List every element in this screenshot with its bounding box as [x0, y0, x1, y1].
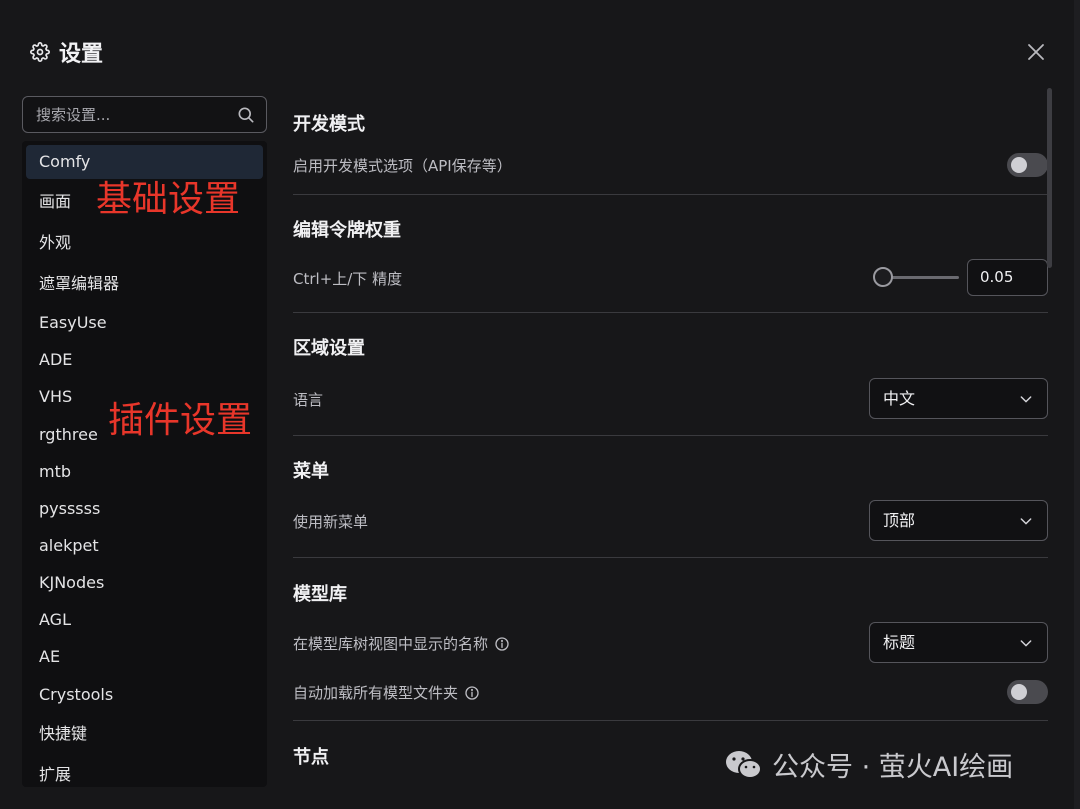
- section-title-locale: 区域设置: [293, 338, 365, 359]
- autoload-models-label: 自动加载所有模型文件夹: [293, 682, 480, 703]
- divider: [293, 435, 1048, 436]
- annotation-basic-settings: 基础设置: [96, 179, 241, 220]
- dev-mode-toggle[interactable]: [1007, 153, 1048, 177]
- token-precision-label-text: Ctrl+上/下 精度: [293, 270, 403, 288]
- window-edge: [1074, 0, 1080, 809]
- sidebar-item-crystools[interactable]: Crystools: [26, 678, 263, 712]
- new-menu-select-value: 顶部: [883, 511, 916, 530]
- model-name-label-text: 在模型库树视图中显示的名称: [293, 635, 489, 653]
- section-title-token-weight: 编辑令牌权重: [293, 220, 401, 241]
- precision-slider-track[interactable]: [883, 276, 959, 279]
- autoload-models-toggle[interactable]: [1007, 680, 1048, 704]
- sidebar-item-easyuse[interactable]: EasyUse: [26, 306, 263, 340]
- toggle-knob: [1011, 157, 1027, 173]
- language-select-value: 中文: [883, 389, 916, 408]
- dev-mode-label-text: 启用开发模式选项（API保存等）: [293, 157, 512, 175]
- section-title-dev-mode: 开发模式: [293, 114, 365, 135]
- close-button[interactable]: [1024, 40, 1048, 64]
- sidebar-item-mask-editor[interactable]: 遮罩编辑器: [26, 267, 263, 301]
- sidebar-item-keybindings[interactable]: 快捷键: [26, 717, 263, 751]
- dialog-title-text: 设置: [59, 42, 104, 67]
- info-icon[interactable]: [494, 636, 510, 652]
- model-name-select-value: 标题: [883, 633, 916, 652]
- autoload-models-label-text: 自动加载所有模型文件夹: [293, 684, 459, 702]
- sidebar-item-alekpet[interactable]: alekpet: [26, 529, 263, 563]
- settings-category-list: Comfy 画面 外观 遮罩编辑器 EasyUse ADE VHS rgthre…: [22, 141, 267, 787]
- sidebar-item-mtb[interactable]: mtb: [26, 455, 263, 489]
- sidebar-item-appearance[interactable]: 外观: [26, 226, 263, 260]
- settings-scrollbar[interactable]: [1047, 88, 1052, 268]
- sidebar-item-comfy[interactable]: Comfy: [26, 145, 263, 179]
- search-icon[interactable]: [236, 105, 256, 125]
- language-label: 语言: [293, 389, 323, 410]
- watermark: 公众号 · 萤火AI绘画: [724, 745, 1013, 784]
- model-name-label: 在模型库树视图中显示的名称: [293, 633, 510, 654]
- sidebar-item-kjnodes[interactable]: KJNodes: [26, 566, 263, 600]
- new-menu-select[interactable]: 顶部: [869, 500, 1048, 541]
- divider: [293, 194, 1048, 195]
- chevron-down-icon: [1020, 640, 1032, 647]
- precision-slider-handle[interactable]: [873, 267, 893, 287]
- new-menu-label-text: 使用新菜单: [293, 513, 369, 531]
- wechat-icon: [726, 750, 762, 779]
- search-box[interactable]: [22, 96, 267, 133]
- sidebar-item-pysssss[interactable]: pysssss: [26, 492, 263, 526]
- section-title-node: 节点: [293, 747, 329, 768]
- new-menu-label: 使用新菜单: [293, 511, 368, 532]
- dialog-title: 设置: [30, 36, 103, 68]
- sidebar-item-agl[interactable]: AGL: [26, 603, 263, 637]
- search-input[interactable]: [23, 97, 223, 132]
- sidebar-item-extensions[interactable]: 扩展: [26, 758, 263, 787]
- sidebar-item-ae[interactable]: AE: [26, 640, 263, 674]
- chevron-down-icon: [1020, 518, 1032, 525]
- toggle-knob: [1011, 684, 1027, 700]
- close-icon[interactable]: [1024, 40, 1048, 64]
- annotation-plugin-settings: 插件设置: [108, 400, 253, 441]
- chevron-down-icon: [1020, 396, 1032, 403]
- gear-icon: [30, 42, 50, 62]
- token-precision-label: Ctrl+上/下 精度: [293, 268, 402, 289]
- sidebar-item-ade[interactable]: ADE: [26, 343, 263, 377]
- model-name-select[interactable]: 标题: [869, 622, 1048, 663]
- info-icon[interactable]: [464, 685, 480, 701]
- language-select[interactable]: 中文: [869, 378, 1048, 419]
- divider: [293, 720, 1048, 721]
- watermark-text: 公众号 · 萤火AI绘画: [772, 752, 1014, 783]
- divider: [293, 557, 1048, 558]
- section-title-model-library: 模型库: [293, 584, 347, 605]
- precision-number-input[interactable]: 0.05: [967, 259, 1048, 296]
- dev-mode-label: 启用开发模式选项（API保存等）: [293, 155, 512, 176]
- section-title-menu: 菜单: [293, 461, 329, 482]
- divider: [293, 312, 1048, 313]
- language-label-text: 语言: [293, 391, 324, 409]
